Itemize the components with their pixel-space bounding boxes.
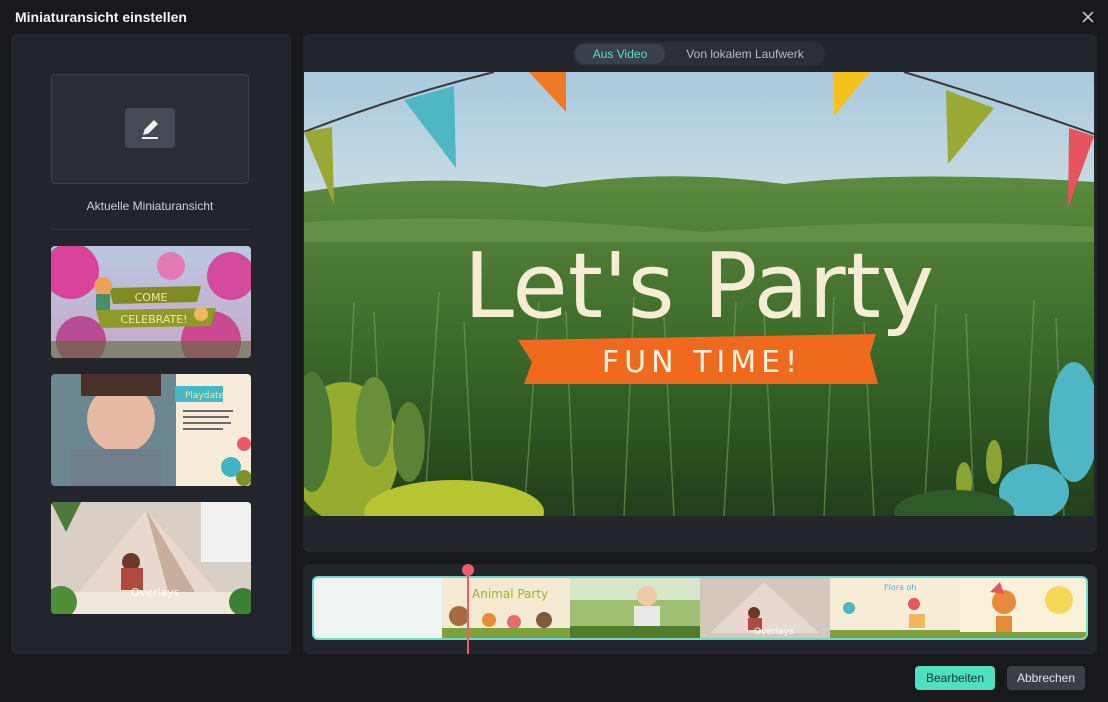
playhead-line xyxy=(467,570,469,654)
template-thumbnail-come-celebrate[interactable]: COME CELEBRATE! xyxy=(51,246,251,358)
preview-banner-text: FUN TIME! xyxy=(602,345,802,380)
thumbnail-options-panel: Aktuelle Miniaturansicht COME CELEBRATE! xyxy=(11,34,291,654)
template-text-celebrate: CELEBRATE! xyxy=(120,313,187,326)
template-text-overlays: Overlays xyxy=(131,586,180,599)
pencil-icon[interactable] xyxy=(125,108,175,148)
dialog-title: Miniaturansicht einstellen xyxy=(15,9,187,25)
playhead-handle[interactable] xyxy=(462,564,474,576)
close-icon[interactable] xyxy=(1080,9,1096,25)
template-text-come: COME xyxy=(135,291,168,304)
preview-headline: Let's Party xyxy=(464,234,934,339)
dialog-titlebar: Miniaturansicht einstellen xyxy=(0,0,1108,34)
template-thumbnail-playdate[interactable]: Playdate xyxy=(51,374,251,486)
timeline-frame-text-overlays: Overlays xyxy=(754,627,794,637)
video-timeline: Animal Party Overlays Flora oh xyxy=(303,564,1097,654)
bearbeiten-button[interactable]: Bearbeiten xyxy=(915,666,995,690)
timeline-frame-text-animal-party: Animal Party xyxy=(472,587,548,601)
tab-von-lokalem-laufwerk[interactable]: Von lokalem Laufwerk xyxy=(667,44,823,64)
template-text-playdate: Playdate xyxy=(185,391,225,401)
timeline-frame-text-flora: Flora oh xyxy=(884,583,916,592)
thumbnail-preview-image: Let's Party FUN TIME! xyxy=(304,72,1094,516)
current-thumbnail-label: Aktuelle Miniaturansicht xyxy=(86,199,214,213)
tab-aus-video[interactable]: Aus Video xyxy=(575,44,665,64)
divider xyxy=(51,229,249,230)
preview-panel: Aus Video Von lokalem Laufwerk Let's Par… xyxy=(303,34,1097,552)
template-thumbnail-overlays[interactable]: Overlays xyxy=(51,502,251,614)
current-thumbnail[interactable] xyxy=(51,74,249,184)
source-toggle: Aus Video Von lokalem Laufwerk xyxy=(573,42,825,66)
abbrechen-button[interactable]: Abbrechen xyxy=(1007,666,1085,690)
timeline-filmstrip[interactable]: Animal Party Overlays Flora oh xyxy=(312,576,1088,640)
